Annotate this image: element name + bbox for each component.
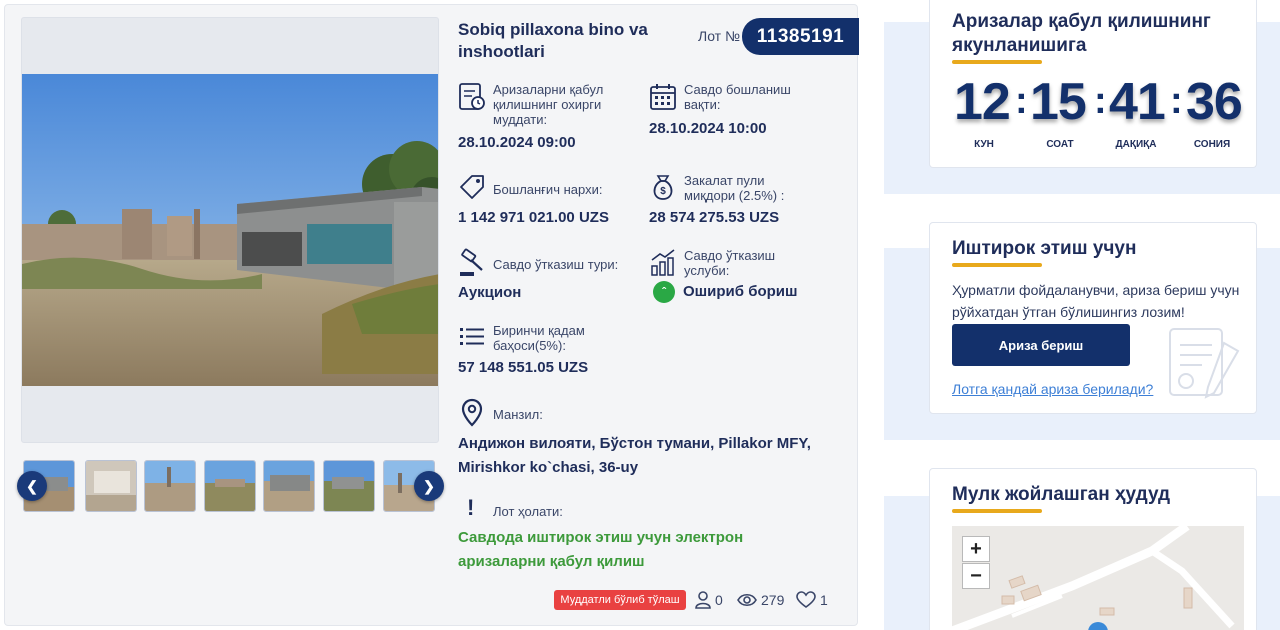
status-value: Савдода иштирок этиш учун электрон ариза… <box>458 529 744 570</box>
location-map[interactable]: + − <box>952 526 1244 630</box>
first-step-label: Биринчи қадам баҳоси(5%): <box>493 323 585 353</box>
lot-title: Sobiq pillaxona bino va inshootlari <box>458 20 648 61</box>
main-photo-frame <box>21 17 439 443</box>
countdown-title: Аризалар қабул қилишнинг якунланишига <box>952 11 1211 56</box>
views-value: 279 <box>761 592 785 608</box>
svg-text:$: $ <box>660 186 666 197</box>
deposit-label: Закалат пули миқдори (2.5%) : <box>684 173 785 203</box>
trade-type-value: Аукцион <box>458 284 522 301</box>
trade-start-label: Савдо бошланиш вақти: <box>684 82 791 112</box>
seconds-label: СОНИЯ <box>1193 139 1231 150</box>
participate-panel: Иштирок этиш учун Ҳурматли фойдаланувчи,… <box>929 222 1257 414</box>
zoom-out-button[interactable]: − <box>962 563 990 589</box>
trade-method-label: Савдо ўтказиш услуби: <box>684 248 776 278</box>
thumbnail-strip <box>23 460 437 516</box>
thumbnail[interactable] <box>85 460 137 512</box>
minutes-value: 41 <box>1109 73 1166 131</box>
start-price-info: Бошланғич нархи: 1 142 971 021.00 UZS <box>458 173 638 229</box>
lot-number-badge: 11385191 <box>742 18 859 55</box>
chevron-left-icon: ❮ <box>26 477 38 494</box>
participants-count: 0 <box>695 589 723 611</box>
colon: : <box>1170 80 1183 122</box>
heart-icon <box>796 591 816 608</box>
countdown-digits: 12 : 15 : 41 : 36 <box>954 72 1246 132</box>
start-price-label: Бошланғич нархи: <box>493 182 603 197</box>
hours-value: 15 <box>1030 73 1087 131</box>
participate-title: Иштирок этиш учун <box>952 238 1137 259</box>
exclamation-icon: ! <box>467 495 475 520</box>
trade-type-info: Савдо ўтказиш тури: Аукцион <box>458 248 638 304</box>
region-title: Мулк жойлашган ҳудуд <box>952 484 1171 505</box>
how-to-apply-link[interactable]: Лотга қандай ариза берилади? <box>952 381 1153 397</box>
installment-badge: Муддатли бўлиб тўлаш <box>554 590 686 610</box>
main-photo[interactable] <box>22 74 439 386</box>
map-tiles <box>952 526 1244 630</box>
arrow-up-icon: ˆ <box>653 281 675 303</box>
address-info: Манзил: Андижон вилояти, Бўстон тумани, … <box>458 398 838 478</box>
thumbnail[interactable] <box>263 460 315 512</box>
seconds-value: 36 <box>1186 73 1243 131</box>
hours-label: СОАТ <box>1046 139 1074 150</box>
days-value: 12 <box>954 73 1011 131</box>
lot-card: ❮ ❯ Sobiq pillaxona bino va inshootlari … <box>4 4 859 626</box>
eye-icon <box>737 593 757 607</box>
countdown-panel: Аризалар қабул қилишнинг якунланишига 12… <box>929 0 1257 168</box>
participants-value: 0 <box>715 592 723 608</box>
status-label: Лот ҳолати: <box>493 504 563 519</box>
zoom-in-button[interactable]: + <box>962 536 990 562</box>
trade-type-label: Савдо ўтказиш тури: <box>493 257 619 272</box>
likes-count[interactable]: 1 <box>796 589 828 611</box>
title-underline <box>952 60 1042 64</box>
gavel-icon <box>460 248 483 276</box>
thumbnail[interactable] <box>144 460 196 512</box>
trade-start-info: Савдо бошланиш вақти: 28.10.2024 10:00 <box>649 82 849 142</box>
apply-button[interactable]: Ариза бериш <box>952 324 1130 366</box>
trade-start-value: 28.10.2024 10:00 <box>649 120 767 137</box>
first-step-value: 57 148 551.05 UZS <box>458 359 589 376</box>
title-underline <box>952 509 1042 513</box>
likes-value: 1 <box>820 592 828 608</box>
money-bag-icon: $ <box>653 175 673 200</box>
chevron-right-icon: ❯ <box>423 477 435 494</box>
days-label: КУН <box>974 139 994 150</box>
next-photo-button[interactable]: ❯ <box>414 471 444 501</box>
first-step-info: Биринчи қадам баҳоси(5%): 57 148 551.05 … <box>458 323 658 379</box>
colon: : <box>1094 80 1107 122</box>
address-value: Андижон вилояти, Бўстон тумани, Pillakor… <box>458 435 811 476</box>
region-panel: Мулк жойлашган ҳудуд + − <box>929 468 1257 630</box>
deposit-value: 28 574 275.53 UZS <box>649 209 780 226</box>
start-price-value: 1 142 971 021.00 UZS <box>458 209 609 226</box>
deadline-label: Аризаларни қабул қилишнинг охирги муддат… <box>493 82 604 127</box>
location-pin-icon <box>461 398 483 427</box>
deposit-info: $ Закалат пули миқдори (2.5%) : 28 574 2… <box>649 173 849 229</box>
status-info: ! Лот ҳолати: <box>458 497 758 521</box>
trade-method-value: Ошириб бориш <box>683 283 798 300</box>
prev-photo-button[interactable]: ❮ <box>17 471 47 501</box>
colon: : <box>1015 80 1028 122</box>
minutes-label: ДАҚИҚА <box>1115 139 1157 150</box>
calendar-icon <box>650 84 676 110</box>
title-underline <box>952 263 1042 267</box>
participate-text: Ҳурматли фойдаланувчи, ариза бериш учун … <box>952 282 1240 320</box>
address-label: Манзил: <box>493 407 543 422</box>
application-form-icon <box>459 83 485 110</box>
deadline-value: 28.10.2024 09:00 <box>458 134 576 151</box>
price-tag-icon <box>460 175 484 199</box>
document-signature-icon <box>1169 328 1240 399</box>
thumbnail[interactable] <box>204 460 256 512</box>
views-count: 279 <box>737 589 784 611</box>
thumbnail[interactable] <box>323 460 375 512</box>
deadline-info: Аризаларни қабул қилишнинг охирги муддат… <box>458 82 638 152</box>
person-icon <box>695 591 711 609</box>
lot-number-label: Лот № <box>698 28 740 44</box>
list-icon <box>460 328 484 345</box>
trade-method-info: Савдо ўтказиш услуби: ˆ Ошириб бориш <box>649 248 849 304</box>
growth-chart-icon <box>651 249 675 276</box>
